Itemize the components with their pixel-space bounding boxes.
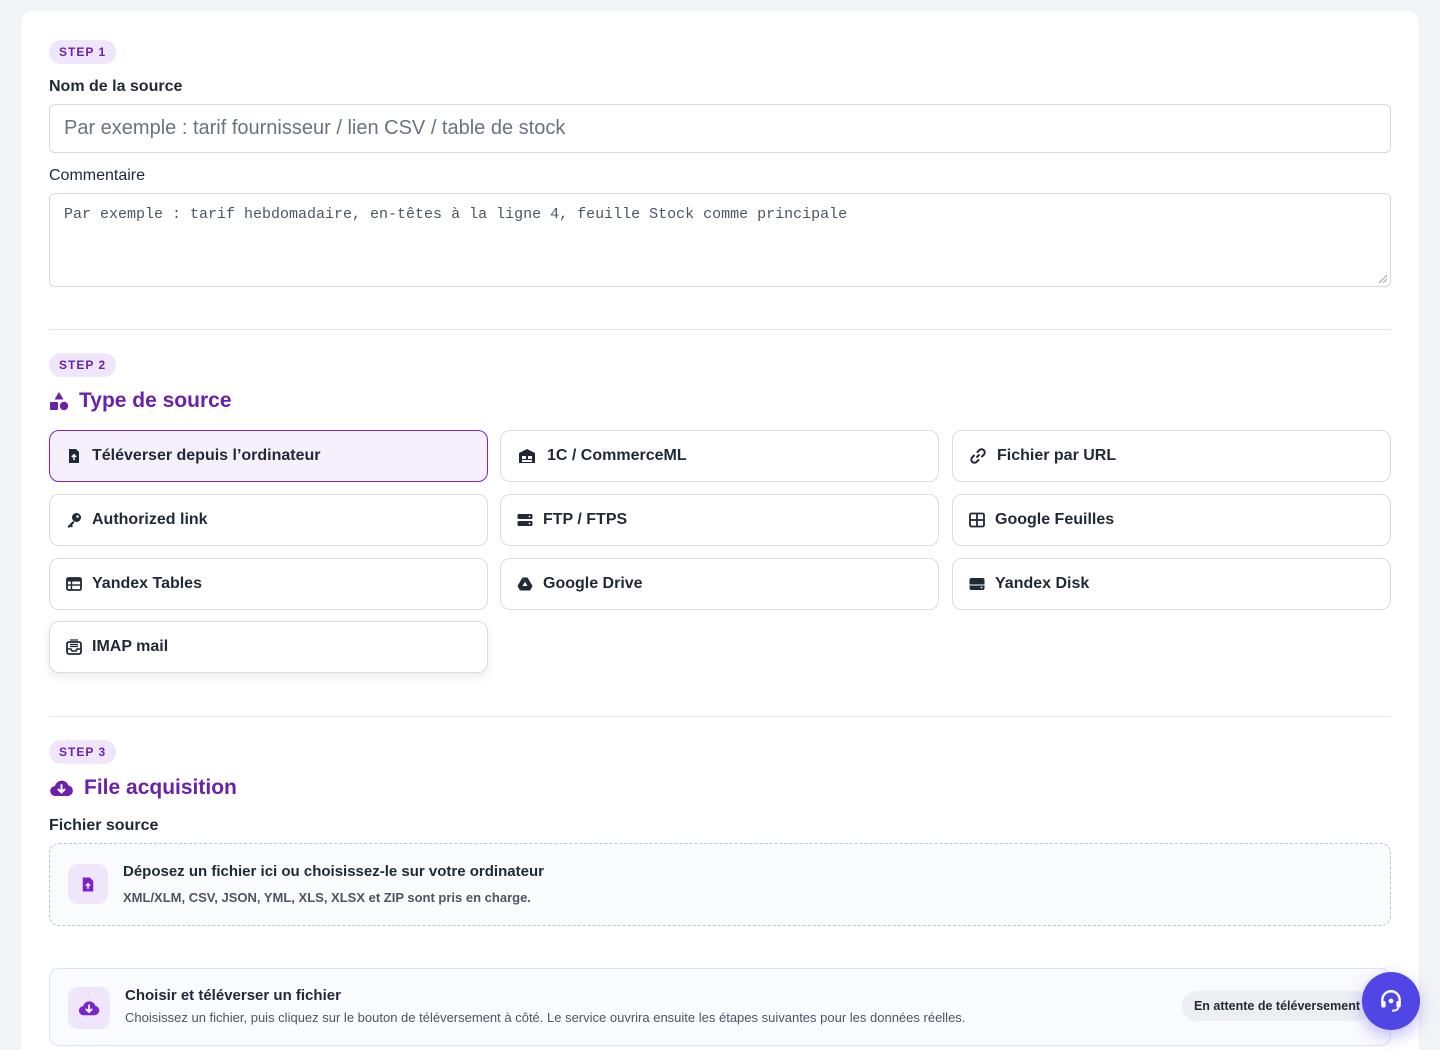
option-imap-mail[interactable]: IMAP mail <box>49 621 488 673</box>
option-label: Google Drive <box>543 575 643 592</box>
file-upload-icon <box>82 877 94 891</box>
option-upload-computer[interactable]: Téléverser depuis l’ordinateur <box>49 430 488 482</box>
resize-grip-icon[interactable] <box>1379 275 1387 283</box>
upload-title: Choisir et téléverser un fichier <box>125 987 341 1004</box>
option-label: 1C / CommerceML <box>547 447 687 464</box>
step-1-badge: STEP 1 <box>49 40 117 64</box>
source-type-heading: Type de source <box>49 389 232 413</box>
cloud-download-icon <box>78 1001 100 1016</box>
source-type-title: Type de source <box>79 389 232 412</box>
option-label: IMAP mail <box>92 638 169 655</box>
status-badge: En attente de téléversement <box>1181 991 1372 1021</box>
google-drive-icon <box>517 577 533 591</box>
file-upload-icon <box>69 449 79 463</box>
step-3-badge: STEP 3 <box>49 740 117 764</box>
divider <box>49 716 1391 717</box>
option-google-sheets[interactable]: Google Feuilles <box>952 494 1391 546</box>
option-1c-commerceml[interactable]: 1C / CommerceML <box>500 430 939 482</box>
option-yandex-disk[interactable]: Yandex Disk <box>952 558 1391 610</box>
headset-icon <box>1381 990 1401 1012</box>
file-dropzone[interactable]: Déposez un fichier ici ou choisissez-le … <box>49 843 1391 926</box>
cloud-download-icon <box>50 780 73 797</box>
form-card: STEP 1 Nom de la source Par exemple : ta… <box>21 11 1419 1050</box>
upload-icon-box <box>68 987 110 1029</box>
divider <box>49 329 1391 330</box>
table-grid-icon <box>969 512 985 528</box>
option-label: Fichier par URL <box>997 447 1117 464</box>
comment-label: Commentaire <box>49 167 146 184</box>
file-acquisition-title: File acquisition <box>84 776 237 799</box>
option-label: Yandex Disk <box>995 575 1090 592</box>
link-icon <box>970 448 986 464</box>
file-acquisition-heading: File acquisition <box>49 776 237 800</box>
dropzone-subtitle: XML/XLM, CSV, JSON, YML, XLS, XLSX et ZI… <box>123 890 531 905</box>
source-name-label: Nom de la source <box>49 78 183 95</box>
warehouse-icon <box>519 449 535 463</box>
option-ftp[interactable]: FTP / FTPS <box>500 494 939 546</box>
server-icon <box>517 514 533 526</box>
key-icon <box>67 513 81 528</box>
upload-subtitle: Choisissez un fichier, puis cliquez sur … <box>125 1010 966 1025</box>
comment-placeholder: Par exemple : tarif hebdomadaire, en-têt… <box>64 206 848 223</box>
option-yandex-tables[interactable]: Yandex Tables <box>49 558 488 610</box>
step-2-badge: STEP 2 <box>49 353 117 377</box>
source-name-input[interactable]: Par exemple : tarif fournisseur / lien C… <box>49 104 1391 153</box>
option-file-url[interactable]: Fichier par URL <box>952 430 1391 482</box>
option-label: Google Feuilles <box>995 511 1115 528</box>
option-label: Téléverser depuis l’ordinateur <box>92 447 321 464</box>
option-label: Authorized link <box>92 511 208 528</box>
source-file-label: Fichier source <box>49 817 159 834</box>
comment-textarea[interactable]: Par exemple : tarif hebdomadaire, en-têt… <box>49 193 1391 287</box>
dropzone-title: Déposez un fichier ici ou choisissez-le … <box>123 863 544 880</box>
option-label: Yandex Tables <box>92 575 202 592</box>
option-label: FTP / FTPS <box>543 511 628 528</box>
option-authorized-link[interactable]: Authorized link <box>49 494 488 546</box>
table-list-icon <box>66 577 82 591</box>
shapes-icon <box>50 392 69 411</box>
help-button[interactable] <box>1362 972 1420 1030</box>
upload-file-card[interactable]: Choisir et téléverser un fichier Choisis… <box>49 968 1391 1046</box>
dropzone-icon-box <box>68 864 108 904</box>
hard-drive-icon <box>969 578 985 590</box>
option-google-drive[interactable]: Google Drive <box>500 558 939 610</box>
inbox-mail-icon <box>66 639 82 655</box>
